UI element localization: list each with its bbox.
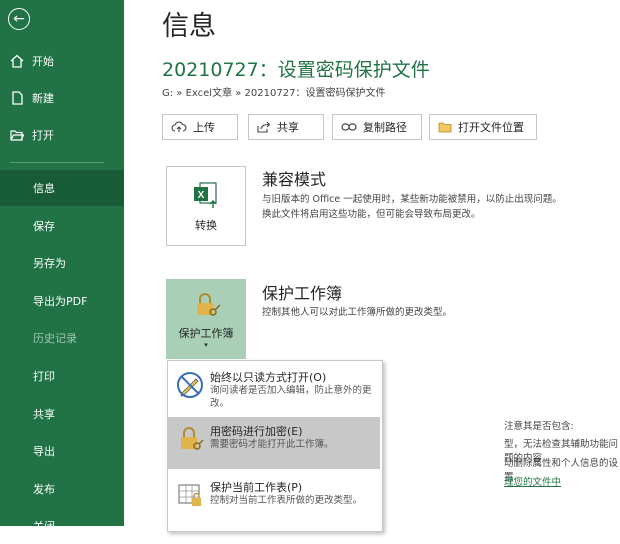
sidebar-item-print[interactable]: 打印 [0, 358, 124, 394]
sidebar-item-label: 开始 [32, 55, 54, 68]
sidebar-item-export[interactable]: 导出 [0, 433, 124, 469]
breadcrumb: G: » Excel文章 » 20210727：设置密码保护文件 [162, 88, 386, 99]
sidebar-item-label: 打印 [33, 370, 55, 383]
copy-path-button[interactable]: 复制路径 [332, 114, 422, 140]
sheet-lock-icon [176, 481, 204, 509]
menu-item-read-only[interactable]: 始终以只读方式打开(O) 询问读者是否加入编辑，防止意外的更改。 [168, 363, 380, 415]
menu-item-desc: 控制对当前工作表所做的更改类型。 [210, 495, 363, 506]
sidebar-item-label: 另存为 [33, 257, 66, 270]
compat-mode-desc: 与旧版本的 Office 一起使用时，某些新功能被禁用，以防止出现问题。 换此文… [262, 192, 620, 222]
protect-workbook-title: 保护工作簿 [262, 284, 343, 303]
cloud-upload-icon [171, 121, 187, 133]
sidebar-item-new[interactable]: 新建 [0, 80, 124, 116]
upload-label: 上传 [193, 121, 215, 134]
chevron-down-icon: ▾ [204, 340, 208, 349]
backstage-sidebar: ← 开始 新建 打开 信息 保存 另存为 导出为PDF 历史记录 打印 共享 导… [0, 0, 124, 533]
protect-workbook-label: 保护工作簿 [178, 326, 234, 340]
menu-item-protect-sheet[interactable]: 保护当前工作表(P) 控制对当前工作表所做的更改类型。 [168, 473, 380, 525]
inspect-link[interactable]: 理您的文件中 [504, 474, 561, 488]
inspect-line1: 注意其是否包含: [504, 421, 574, 432]
menu-item-title: 保护当前工作表(P) [210, 481, 303, 494]
svg-text:X: X [198, 190, 205, 201]
pencil-no-icon [176, 371, 204, 399]
folder-icon [438, 121, 452, 133]
lock-key-icon [191, 290, 221, 323]
share-icon [257, 121, 271, 133]
sidebar-item-label: 共享 [33, 408, 55, 421]
protect-workbook-desc: 控制其他人可以对此工作簿所做的更改类型。 [262, 307, 453, 318]
document-title: 20210727：设置密码保护文件 [162, 59, 430, 81]
link-icon [341, 122, 357, 132]
share-label: 共享 [277, 121, 299, 134]
new-doc-icon [10, 91, 24, 105]
menu-item-desc: 询问读者是否加入编辑，防止意外的更改。 [210, 385, 372, 409]
sidebar-item-publish[interactable]: 发布 [0, 471, 124, 507]
sidebar-item-info[interactable]: 信息 [0, 170, 124, 206]
compat-desc-line2: 换此文件将启用这些功能，但可能会导致布局更改。 [262, 209, 481, 220]
open-file-location-label: 打开文件位置 [458, 121, 524, 134]
compat-desc-line1: 与旧版本的 Office 一起使用时，某些新功能被禁用，以防止出现问题。 [262, 194, 562, 205]
sidebar-item-label: 打开 [32, 129, 54, 142]
sidebar-item-label: 保存 [33, 220, 55, 233]
share-button[interactable]: 共享 [248, 114, 324, 140]
compat-mode-title: 兼容模式 [262, 170, 327, 189]
sidebar-item-label: 关闭 [33, 520, 55, 533]
sidebar-item-label: 发布 [33, 483, 55, 496]
menu-item-encrypt-password[interactable]: 用密码进行加密(E) 需要密码才能打开此工作簿。 [168, 417, 380, 469]
sidebar-item-save-as[interactable]: 另存为 [0, 245, 124, 281]
sidebar-item-home[interactable]: 开始 [0, 43, 124, 79]
sidebar-item-label: 历史记录 [33, 332, 77, 345]
excel-convert-icon: X [191, 180, 221, 213]
convert-label: 转换 [195, 218, 217, 232]
protect-workbook-button[interactable]: 保护工作簿 ▾ [166, 279, 246, 359]
sidebar-item-label: 导出 [33, 445, 55, 458]
convert-button[interactable]: X 转换 [166, 166, 246, 246]
lock-key-icon [176, 425, 204, 453]
upload-button[interactable]: 上传 [162, 114, 238, 140]
protect-workbook-menu: 始终以只读方式打开(O) 询问读者是否加入编辑，防止意外的更改。 用密码进行加密… [167, 360, 383, 532]
open-file-location-button[interactable]: 打开文件位置 [429, 114, 537, 140]
sidebar-divider [10, 162, 104, 163]
home-icon [10, 54, 24, 68]
sidebar-item-label: 新建 [32, 92, 54, 105]
menu-item-title: 始终以只读方式打开(O) [210, 371, 327, 384]
sidebar-item-save[interactable]: 保存 [0, 208, 124, 244]
sidebar-item-share[interactable]: 共享 [0, 396, 124, 432]
sidebar-item-history: 历史记录 [0, 320, 124, 356]
menu-item-title: 用密码进行加密(E) [210, 425, 303, 438]
sidebar-item-close[interactable]: 关闭 [0, 508, 124, 544]
sidebar-item-label: 导出为PDF [33, 295, 88, 308]
copy-path-label: 复制路径 [363, 121, 407, 134]
folder-open-icon [10, 128, 24, 142]
page-title: 信息 [162, 11, 216, 42]
sidebar-item-label: 信息 [33, 182, 55, 195]
sidebar-item-export-pdf[interactable]: 导出为PDF [0, 283, 124, 319]
menu-item-desc: 需要密码才能打开此工作簿。 [210, 439, 334, 450]
sidebar-item-open[interactable]: 打开 [0, 117, 124, 153]
back-arrow-icon[interactable]: ← [8, 8, 30, 30]
